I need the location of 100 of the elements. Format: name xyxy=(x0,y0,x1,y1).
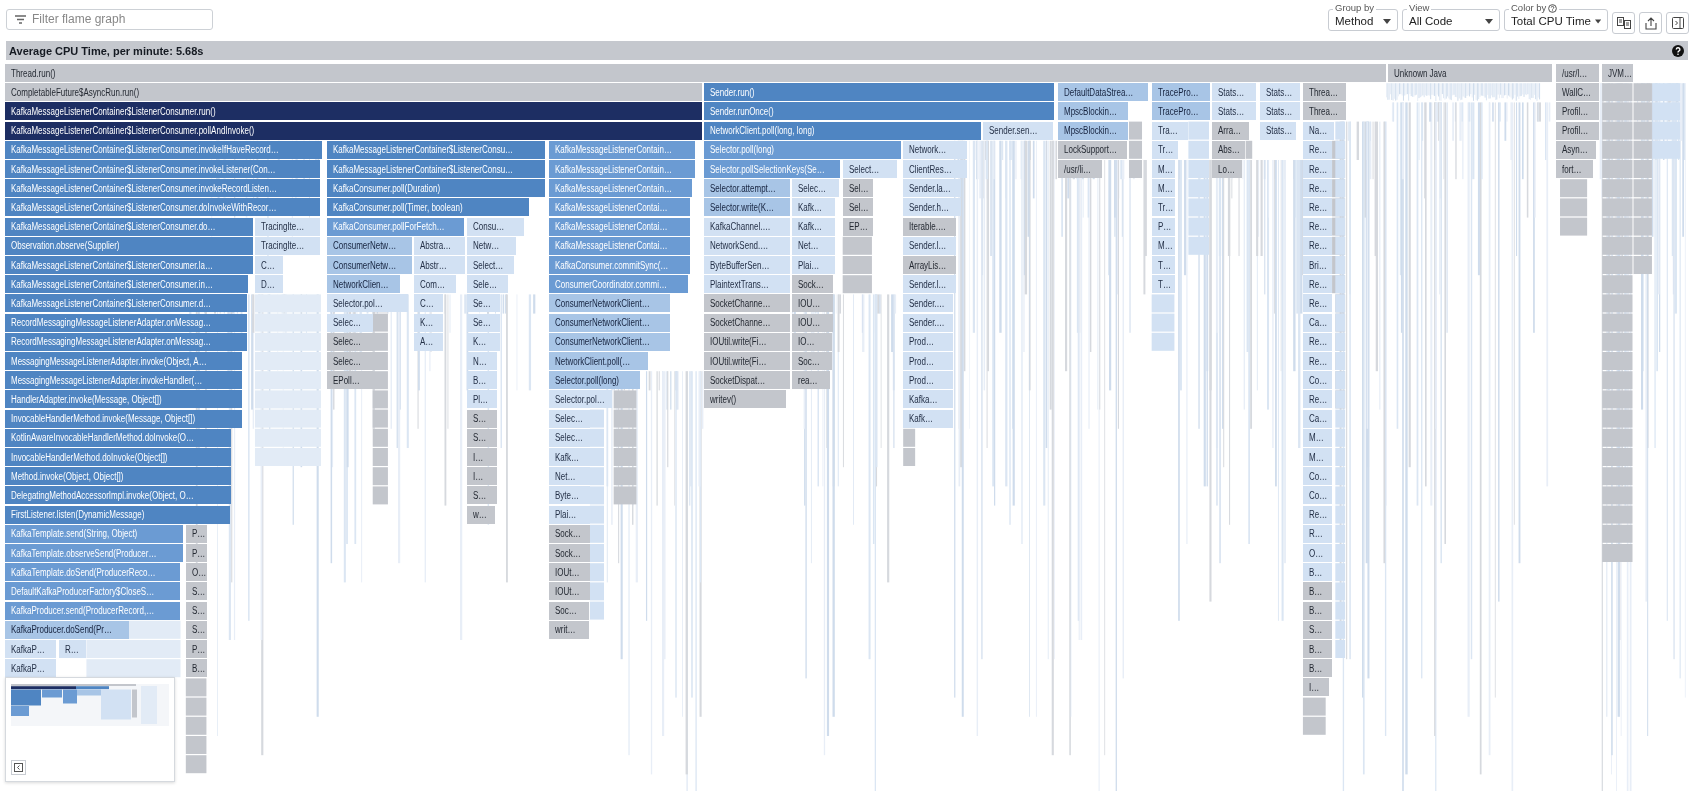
flame-frame[interactable]: ConsumerNetw… xyxy=(327,236,412,255)
minimap-drawing[interactable] xyxy=(11,684,169,726)
flame-frame[interactable]: Sender.… xyxy=(903,294,953,313)
flame-frame[interactable]: Arra… xyxy=(1212,121,1249,140)
flame-frame[interactable]: Sock… xyxy=(791,275,833,294)
flame-frame[interactable]: Co… xyxy=(1302,467,1333,486)
flame-frame[interactable]: Re… xyxy=(1302,352,1333,370)
flame-frame[interactable]: Sel… xyxy=(842,179,873,198)
flame-frame[interactable]: Sender.la… xyxy=(903,179,962,198)
flame-frame[interactable]: MessagingMessageListenerAdapter.invokeHandler(… xyxy=(5,371,242,390)
flame-frame[interactable]: Unknown Java xyxy=(1388,64,1553,82)
flame-frame[interactable]: K… xyxy=(466,332,501,351)
flame-frame[interactable]: Re… xyxy=(1302,505,1333,524)
flame-frame[interactable]: WallC… xyxy=(1555,83,1599,102)
flame-frame[interactable]: Select… xyxy=(842,160,897,178)
flame-frame[interactable]: Sender.runOnce() xyxy=(704,102,1055,121)
flame-frame[interactable]: KafkaProducer.doSend(Pr… xyxy=(5,620,129,639)
flame-frame[interactable]: P… xyxy=(185,544,208,562)
flame-frame[interactable]: P… xyxy=(185,524,208,543)
flame-frame[interactable]: Netw… xyxy=(466,236,517,255)
flame-frame[interactable]: InvocableHandlerMethod.invoke(Message, Object[]) xyxy=(5,409,242,428)
flame-frame[interactable]: Selec… xyxy=(327,352,373,370)
flame-frame[interactable]: Re… xyxy=(1302,390,1333,409)
flame-frame[interactable]: TracePro… xyxy=(1151,102,1210,121)
flame-frame[interactable]: Re… xyxy=(1302,179,1333,198)
flame-frame[interactable]: Selector.write(K… xyxy=(704,198,790,217)
flame-frame[interactable]: Stats… xyxy=(1259,121,1297,140)
flame-frame[interactable]: Re… xyxy=(1302,140,1333,159)
flame-frame[interactable]: KafkaConsumer.poll(Duration) xyxy=(327,179,546,198)
flame-frame[interactable]: Stats… xyxy=(1212,102,1257,121)
flame-frame[interactable]: fort… xyxy=(1555,160,1594,178)
flame-frame[interactable]: Byte… xyxy=(548,486,590,505)
flame-frame[interactable]: B… xyxy=(1302,601,1333,620)
flame-frame[interactable]: SocketDispat… xyxy=(704,371,790,390)
flame-frame[interactable]: MpscBlockin… xyxy=(1057,102,1128,121)
flame-frame[interactable]: Selector.poll(long) xyxy=(548,371,640,390)
flame-frame[interactable]: Sock… xyxy=(548,544,590,562)
collapse-button[interactable] xyxy=(11,760,26,775)
flame-frame[interactable]: /usr/l… xyxy=(1555,64,1599,82)
flame-frame[interactable]: ConsumerNetworkClient… xyxy=(548,313,670,332)
flame-frame[interactable]: Com… xyxy=(413,275,456,294)
flame-frame[interactable]: Sel… xyxy=(842,198,873,217)
flame-frame[interactable]: IOUtil.write(Fi… xyxy=(704,352,790,370)
flame-frame[interactable]: writ… xyxy=(548,620,589,639)
flame-frame[interactable]: writev() xyxy=(704,390,787,409)
flame-frame[interactable]: TracingIte… xyxy=(255,236,320,255)
flame-frame[interactable]: S… xyxy=(185,582,208,601)
flame-frame[interactable]: Sender.sen… xyxy=(983,121,1054,140)
flame-frame[interactable]: S… xyxy=(185,620,208,639)
flame-frame[interactable]: Sender.run() xyxy=(704,83,1055,102)
flame-frame[interactable]: R… xyxy=(1302,524,1333,543)
flame-frame[interactable]: KafkaP… xyxy=(5,659,57,678)
flame-frame[interactable]: Ca… xyxy=(1302,409,1333,428)
flame-frame[interactable]: SocketChanne… xyxy=(704,294,790,313)
flame-frame[interactable]: T… xyxy=(1151,256,1176,274)
flame-frame[interactable]: D… xyxy=(255,275,284,294)
flame-frame[interactable]: M… xyxy=(1151,160,1176,178)
flame-frame[interactable]: Iterable.… xyxy=(903,217,957,236)
flame-frame[interactable]: ByteBufferSen… xyxy=(704,256,790,274)
flame-frame[interactable]: Kafk… xyxy=(791,217,836,236)
help-icon[interactable] xyxy=(1672,44,1684,57)
flame-frame[interactable]: ConsumerNetworkClient… xyxy=(548,332,670,351)
flame-frame[interactable]: PlaintextTrans… xyxy=(704,275,790,294)
flame-frame[interactable]: KafkaMessageListenerContainer$ListenerConsumer.la… xyxy=(5,256,253,274)
flame-frame[interactable]: rea… xyxy=(791,371,830,390)
flame-frame[interactable]: Threa… xyxy=(1302,102,1347,121)
flame-frame[interactable]: NetworkClient.poll(long, long) xyxy=(704,121,981,140)
flame-frame[interactable]: TracePro… xyxy=(1151,83,1210,102)
flame-frame[interactable]: ArrayLis… xyxy=(903,256,957,274)
flame-frame[interactable]: Asyn… xyxy=(1555,140,1596,159)
flame-frame[interactable]: KafkaMessageListenerContainer$ListenerConsumer.d… xyxy=(5,294,248,313)
flame-frame[interactable]: Lo… xyxy=(1212,160,1243,178)
flame-frame[interactable]: Ca… xyxy=(1302,313,1333,332)
flame-frame[interactable]: KafkaChannel.… xyxy=(704,217,790,236)
flame-frame[interactable]: Selec… xyxy=(327,332,373,351)
flame-frame[interactable]: Soc… xyxy=(548,601,589,620)
flame-frame[interactable]: Pl… xyxy=(466,390,497,409)
flame-frame[interactable]: A… xyxy=(413,332,443,351)
flame-frame[interactable]: RecordMessagingMessageListenerAdapter.onMessag… xyxy=(5,313,248,332)
flame-frame[interactable]: IOU… xyxy=(791,313,833,332)
flame-frame[interactable]: KafkaMessageListenerContainer$ListenerConsumer.invokeIfHaveRecord… xyxy=(5,140,322,159)
flame-frame[interactable]: KafkaMessageListenerContainer$ListenerConsumer.run() xyxy=(5,102,703,121)
flame-frame[interactable]: w… xyxy=(466,505,495,524)
flame-frame[interactable]: HandlerAdapter.invoke(Message, Object[]) xyxy=(5,390,242,409)
flame-frame[interactable]: I… xyxy=(1302,678,1329,697)
flame-frame[interactable]: Stats… xyxy=(1259,83,1300,102)
flame-frame[interactable]: Re… xyxy=(1302,332,1333,351)
flame-frame[interactable]: KafkaMessageListenerContainer$ListenerConsu… xyxy=(327,140,546,159)
flame-frame[interactable]: I… xyxy=(466,448,497,466)
flame-frame[interactable]: P… xyxy=(1151,217,1176,236)
flame-frame[interactable]: MessagingMessageListenerAdapter.invoke(Object, A… xyxy=(5,352,242,370)
flame-frame[interactable]: Tr… xyxy=(1151,198,1176,217)
flame-frame[interactable]: EP… xyxy=(842,217,873,236)
flame-frame[interactable]: Selector.attempt… xyxy=(704,179,790,198)
flame-frame[interactable]: B… xyxy=(1302,582,1333,601)
flame-frame[interactable]: Profil… xyxy=(1555,121,1599,140)
flame-frame[interactable]: TracingIte… xyxy=(255,217,320,236)
flame-frame[interactable]: Sender.h… xyxy=(903,198,962,217)
flame-frame[interactable]: JVM… xyxy=(1602,64,1634,82)
flame-frame[interactable]: Re… xyxy=(1302,160,1333,178)
